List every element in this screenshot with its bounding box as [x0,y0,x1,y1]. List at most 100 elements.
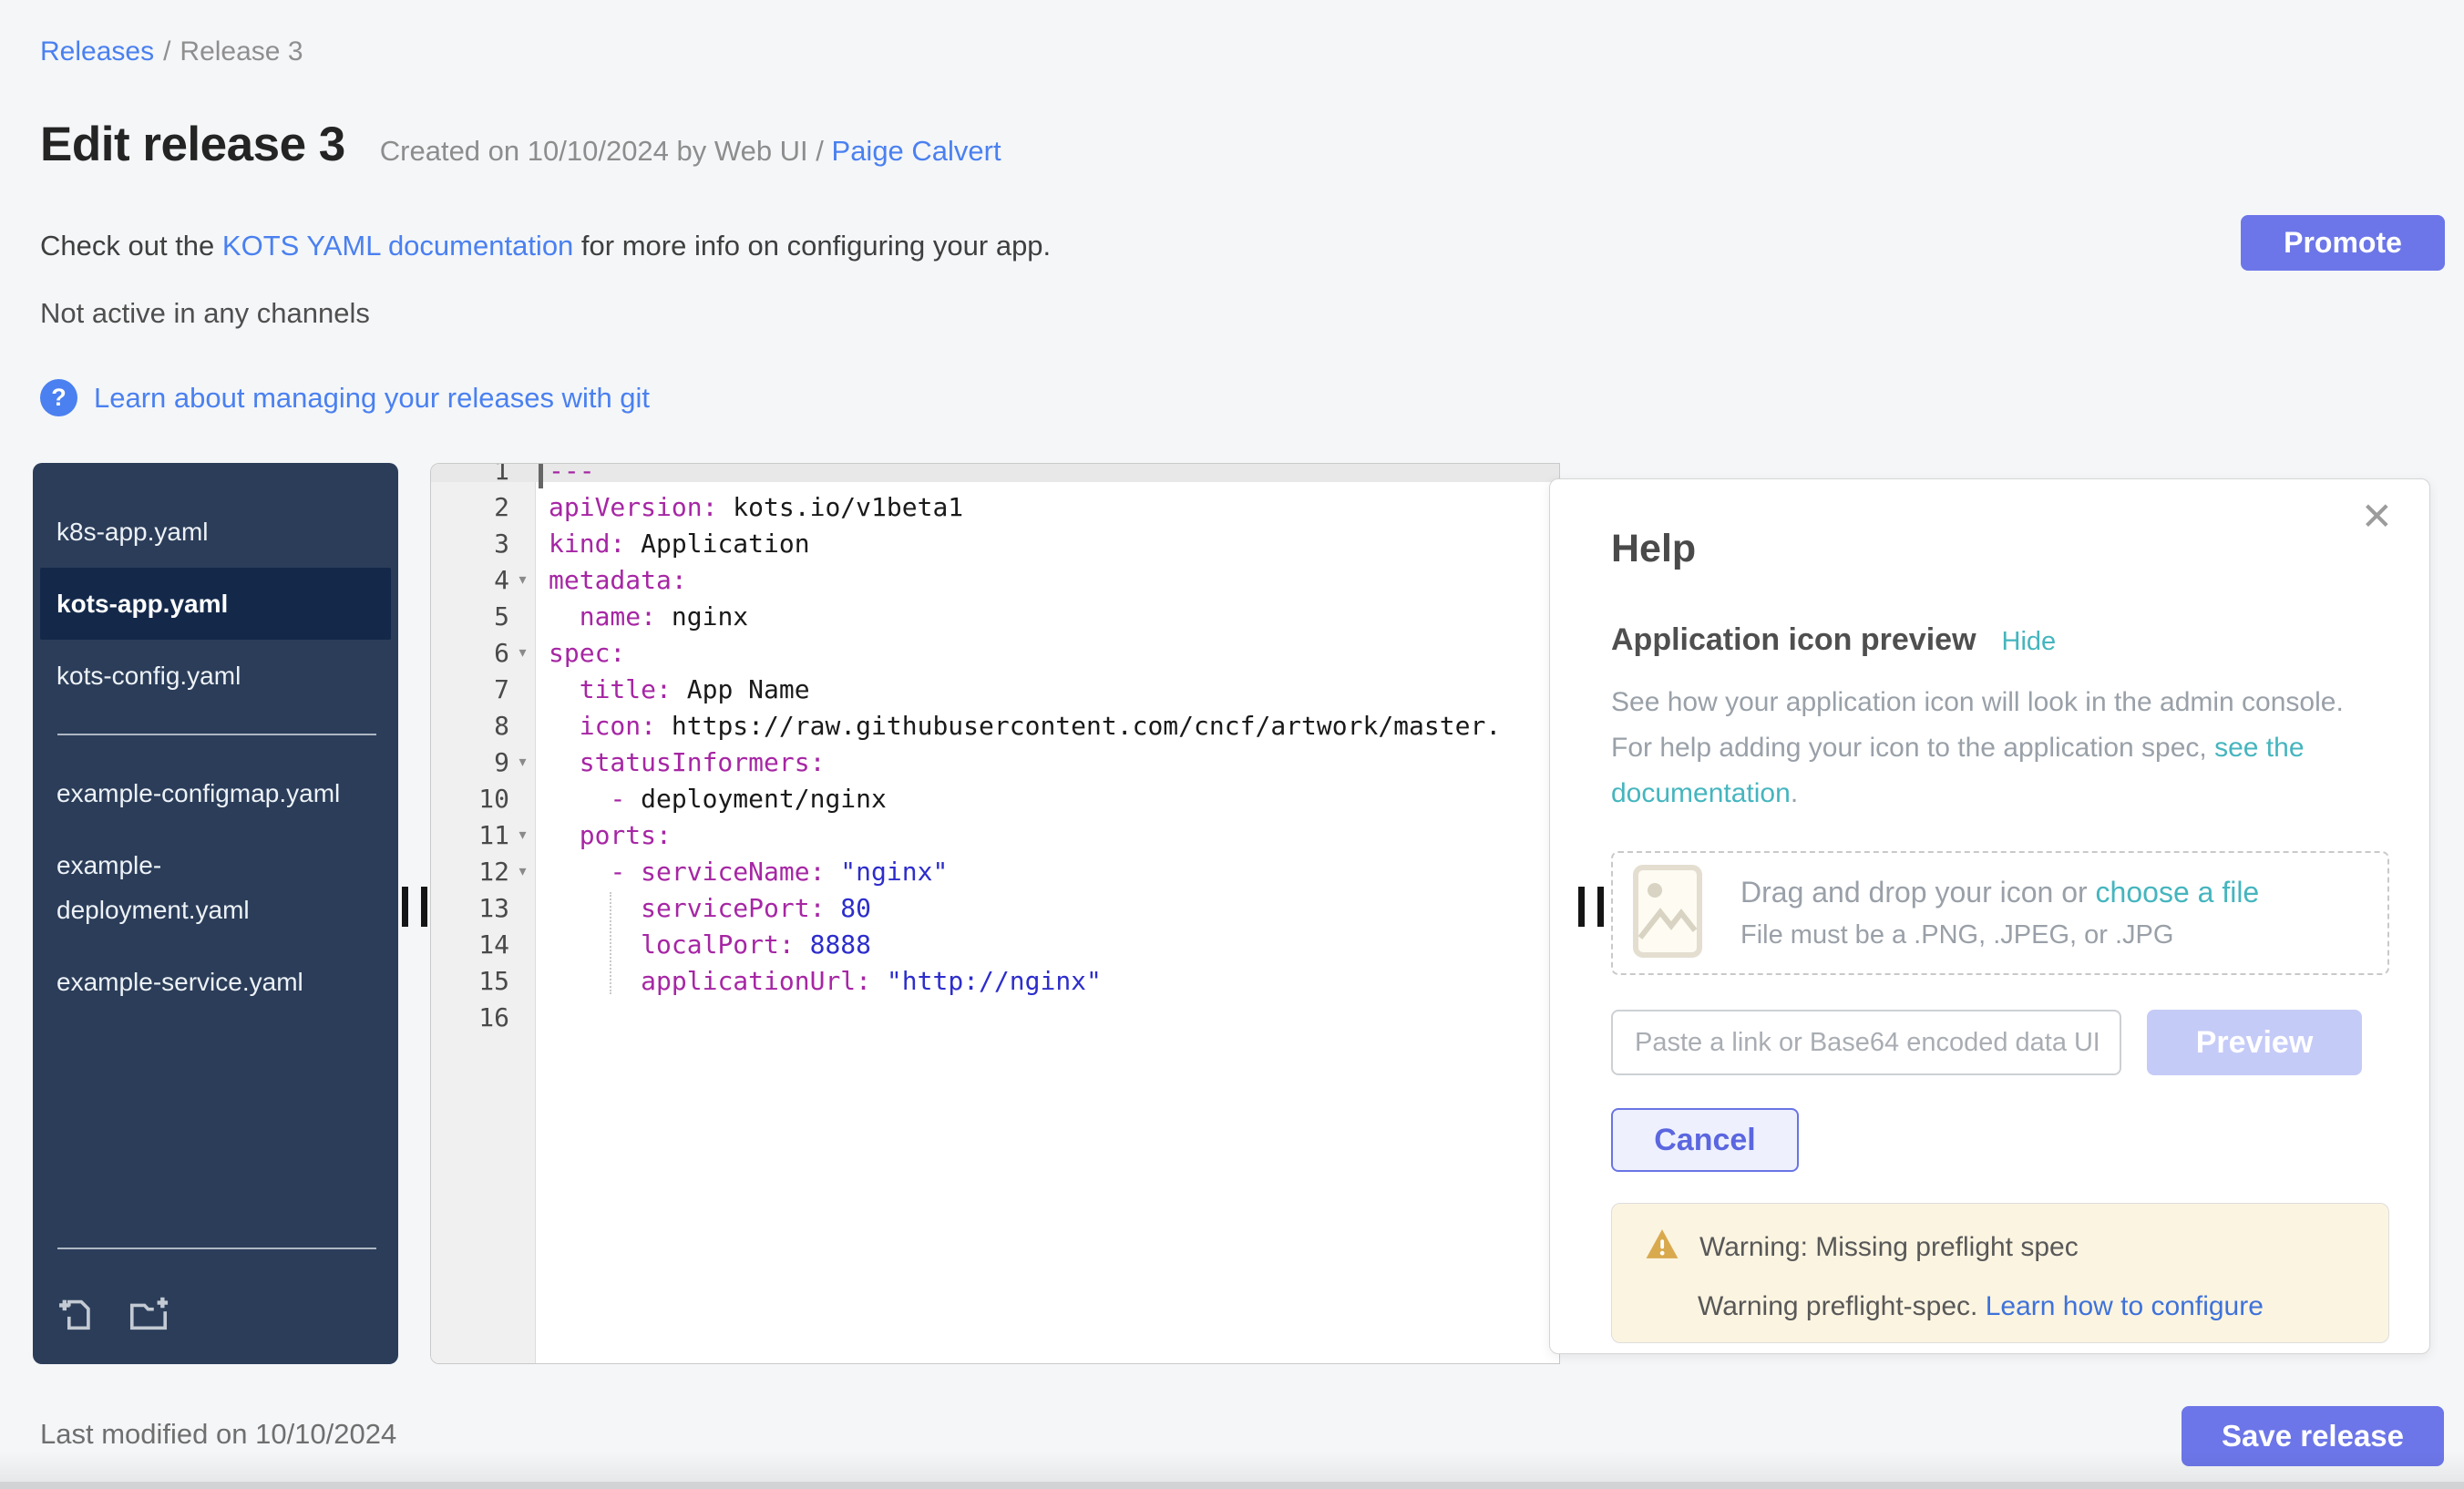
line-number: 5 [431,601,509,632]
file-item-example-service.yaml[interactable]: example-service.yaml [33,946,398,1018]
code-line-13: 13 servicePort: 80 [431,889,1559,926]
docs-suffix: for more info on configuring your app. [573,230,1051,262]
warning-icon [1645,1227,1679,1268]
docs-prefix: Check out the [40,230,222,262]
breadcrumb-current: Release 3 [180,36,303,67]
code-line-4: 4▾metadata: [431,561,1559,598]
channel-status: Not active in any channels [40,297,370,330]
file-item-example-deployment.yaml[interactable]: example-deployment.yaml [33,829,398,946]
promote-button[interactable]: Promote [2241,215,2445,271]
author-link[interactable]: Paige Calvert [832,135,1001,167]
code-line-9: 9▾ statusInformers: [431,744,1559,780]
new-folder-icon[interactable] [126,1293,171,1335]
indent-guide [610,892,611,994]
code-text: applicationUrl: "http://nginx" [536,966,1102,996]
dropzone-text: Drag and drop your icon or choose a file… [1740,876,2259,950]
code-line-8: 8 icon: https://raw.githubusercontent.co… [431,707,1559,744]
text-cursor [539,464,543,488]
file-item-k8s-app.yaml[interactable]: k8s-app.yaml [33,496,398,568]
file-item-kots-app.yaml[interactable]: kots-app.yaml [40,568,391,640]
code-text: kind: Application [536,529,810,559]
code-line-1: 1 --- [431,463,1559,488]
edit-release-page: Releases / Release 3 Edit release 3 Create… [0,0,2464,1489]
icon-preview-description: See how your application icon will look … [1611,680,2387,816]
line-number: 13 [431,893,509,923]
code-text: servicePort: 80 [536,893,871,923]
description-period: . [1791,778,1798,808]
code-text: - serviceName: "nginx" [536,857,948,887]
git-help-row[interactable]: ? Learn about managing your releases wit… [40,379,650,416]
line-number: 8 [431,711,509,741]
line-number: 12 [431,857,509,887]
image-placeholder-icon [1633,865,1702,962]
yaml-editor[interactable]: 1 --- 2 apiVersion: kots.io/v1beta1 3 kind: A… [430,463,1560,1364]
close-icon[interactable]: ✕ [2361,498,2393,536]
kots-yaml-docs-link[interactable]: KOTS YAML documentation [222,230,573,262]
breadcrumb-releases-link[interactable]: Releases [40,36,154,67]
bottom-fade [0,1451,2464,1482]
created-subtitle: Created on 10/10/2024 by Web UI / Paige … [380,135,1001,168]
code-text: localPort: 8888 [536,929,871,960]
line-number: 14 [431,929,509,960]
help-panel: ✕ Help Application icon preview Hide See… [1549,478,2430,1354]
code-text: metadata: [536,565,687,595]
editor-resize-handle[interactable] [1578,887,1604,927]
editor-lines: 1 --- 2 apiVersion: kots.io/v1beta1 3 kind: A… [431,463,1559,1035]
line-number: 6 [431,638,509,668]
code-line-10: 10 - deployment/nginx [431,780,1559,816]
icon-dropzone[interactable]: Drag and drop your icon or choose a file… [1611,851,2389,975]
breadcrumb-separator: / [163,36,170,67]
code-line-2: 2 apiVersion: kots.io/v1beta1 [431,488,1559,525]
sidebar-bottom [33,1226,398,1364]
file-item-example-configmap.yaml[interactable]: example-configmap.yaml [33,757,398,829]
file-actions [33,1271,398,1364]
code-text: name: nginx [536,601,748,632]
preflight-warning: Warning: Missing preflight spec Warning … [1611,1203,2389,1343]
example-file-list: example-configmap.yamlexample-deployment… [33,757,398,1018]
line-number: 2 [431,492,509,522]
created-text: Created on 10/10/2024 by Web UI / [380,135,832,167]
code-text: title: App Name [536,674,810,704]
cancel-button[interactable]: Cancel [1611,1108,1799,1172]
git-releases-link[interactable]: Learn about managing your releases with … [94,382,650,415]
line-number: 16 [431,1002,509,1032]
last-modified-text: Last modified on 10/10/2024 [40,1418,396,1451]
code-text: apiVersion: kots.io/v1beta1 [536,492,963,522]
icon-preview-section-header: Application icon preview Hide [1611,622,2387,658]
fold-arrow-icon[interactable]: ▾ [509,862,536,880]
sidebar-bottom-divider [57,1248,376,1249]
code-text: ports: [536,820,672,850]
docs-line: Check out the KOTS YAML documentation fo… [40,230,1051,262]
fold-arrow-icon[interactable]: ▾ [509,643,536,662]
code-line-5: 5 name: nginx [431,598,1559,634]
code-line-15: 15 applicationUrl: "http://nginx" [431,962,1559,999]
code-text: icon: https://raw.githubusercontent.com/… [536,711,1501,741]
hide-link[interactable]: Hide [2002,627,2057,657]
code-text: spec: [536,638,625,668]
line-number: 7 [431,674,509,704]
question-icon: ? [40,379,77,416]
code-line-3: 3 kind: Application [431,525,1559,561]
fold-arrow-icon[interactable]: ▾ [509,826,536,844]
line-number: 11 [431,820,509,850]
file-list: k8s-app.yamlkots-app.yamlkots-config.yam… [33,496,398,712]
preview-button[interactable]: Preview [2147,1010,2362,1075]
line-number: 1 [431,463,509,486]
code-text: statusInformers: [536,747,825,777]
dropzone-prefix: Drag and drop your icon or [1740,876,2096,909]
line-number: 10 [431,784,509,814]
configure-preflight-link[interactable]: Learn how to configure [1986,1291,2264,1321]
code-text: --- [536,463,595,486]
choose-file-link[interactable]: choose a file [2096,876,2260,909]
dropzone-requirements: File must be a .PNG, .JPEG, or .JPG [1740,920,2259,950]
code-line-12: 12▾ - serviceName: "nginx" [431,853,1559,889]
fold-arrow-icon[interactable]: ▾ [509,753,536,771]
icon-url-input[interactable] [1611,1010,2121,1075]
sidebar-resize-handle[interactable] [402,887,427,927]
file-item-kots-config.yaml[interactable]: kots-config.yaml [33,640,398,712]
new-file-icon[interactable] [56,1293,98,1335]
line-number: 3 [431,529,509,559]
fold-arrow-icon[interactable]: ▾ [509,570,536,589]
page-title: Edit release 3 [40,117,345,172]
code-line-11: 11▾ ports: [431,816,1559,853]
